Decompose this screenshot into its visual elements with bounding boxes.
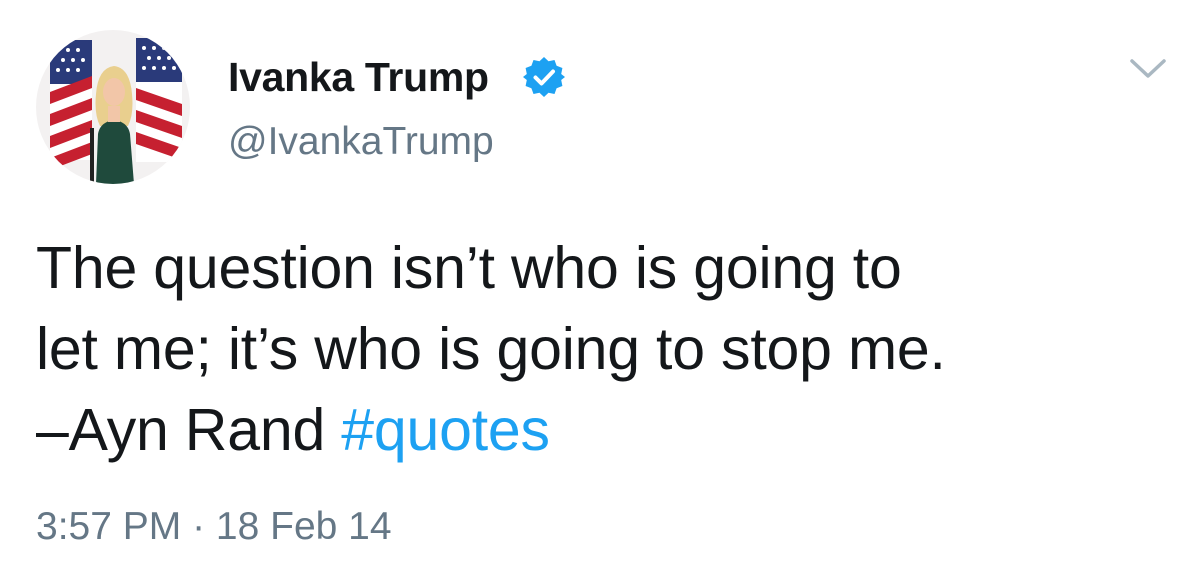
flag-right	[136, 38, 182, 162]
tweet-date: 18 Feb 14	[215, 505, 392, 548]
flag-left	[50, 40, 92, 170]
timestamp-separator: ·	[181, 505, 216, 548]
tweet-text-line-3: –Ayn Rand #quotes	[36, 390, 1176, 471]
tweet-card: Ivanka Trump @IvankaTrump The question i…	[0, 0, 1200, 577]
verified-badge-icon	[523, 57, 565, 97]
avatar-photo	[36, 30, 190, 184]
hashtag-link[interactable]: #quotes	[341, 397, 550, 463]
author-display-name[interactable]: Ivanka Trump	[228, 52, 489, 102]
chevron-down-icon[interactable]	[1128, 55, 1168, 83]
tweet-text: The question isn’t who is going to let m…	[36, 228, 1176, 471]
quote-attribution: –Ayn Rand	[36, 397, 342, 463]
tweet-timestamp[interactable]: 3:57 PM · 18 Feb 14	[36, 503, 392, 551]
tweet-time: 3:57 PM	[36, 505, 182, 548]
author-handle[interactable]: @IvankaTrump	[228, 118, 494, 166]
tweet-text-line-2: let me; it’s who is going to stop me.	[36, 316, 946, 382]
tweet-text-line-1: The question isn’t who is going to	[36, 235, 902, 301]
author-avatar[interactable]	[36, 30, 190, 184]
